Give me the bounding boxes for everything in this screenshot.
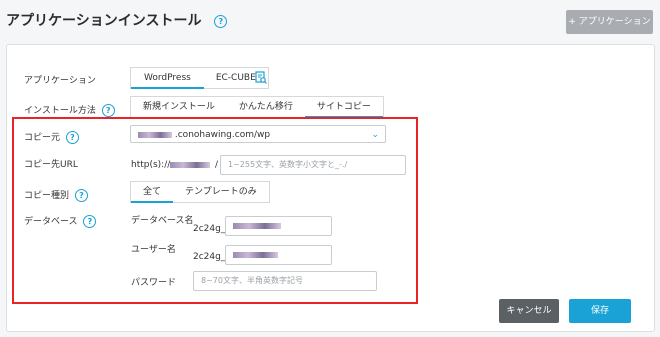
highlight-annotation-box (12, 117, 418, 304)
install-method-label: インストール方法 ? (24, 103, 115, 117)
install-method-label-text: インストール方法 (24, 106, 96, 116)
application-tabs: WordPress EC-CUBE (130, 67, 269, 89)
page-title: アプリケーションインストール ? (6, 10, 228, 30)
help-icon[interactable]: ? (214, 14, 228, 28)
page-title-text: アプリケーションインストール (6, 13, 202, 29)
tab-site-copy[interactable]: サイトコピー (304, 97, 383, 118)
install-method-tabs: 新規インストール かんたん移行 サイトコピー (130, 96, 384, 118)
tab-new-install[interactable]: 新規インストール (131, 97, 227, 117)
tab-wordpress[interactable]: WordPress (131, 68, 204, 89)
tab-easy-migration[interactable]: かんたん移行 (227, 97, 305, 117)
help-icon[interactable]: ? (101, 104, 115, 117)
application-label: アプリケーション (24, 76, 96, 86)
add-application-button[interactable]: + アプリケーション (566, 10, 653, 34)
cancel-button[interactable]: キャンセル (499, 299, 559, 323)
document-search-icon[interactable] (255, 71, 267, 84)
save-button[interactable]: 保存 (569, 299, 631, 323)
